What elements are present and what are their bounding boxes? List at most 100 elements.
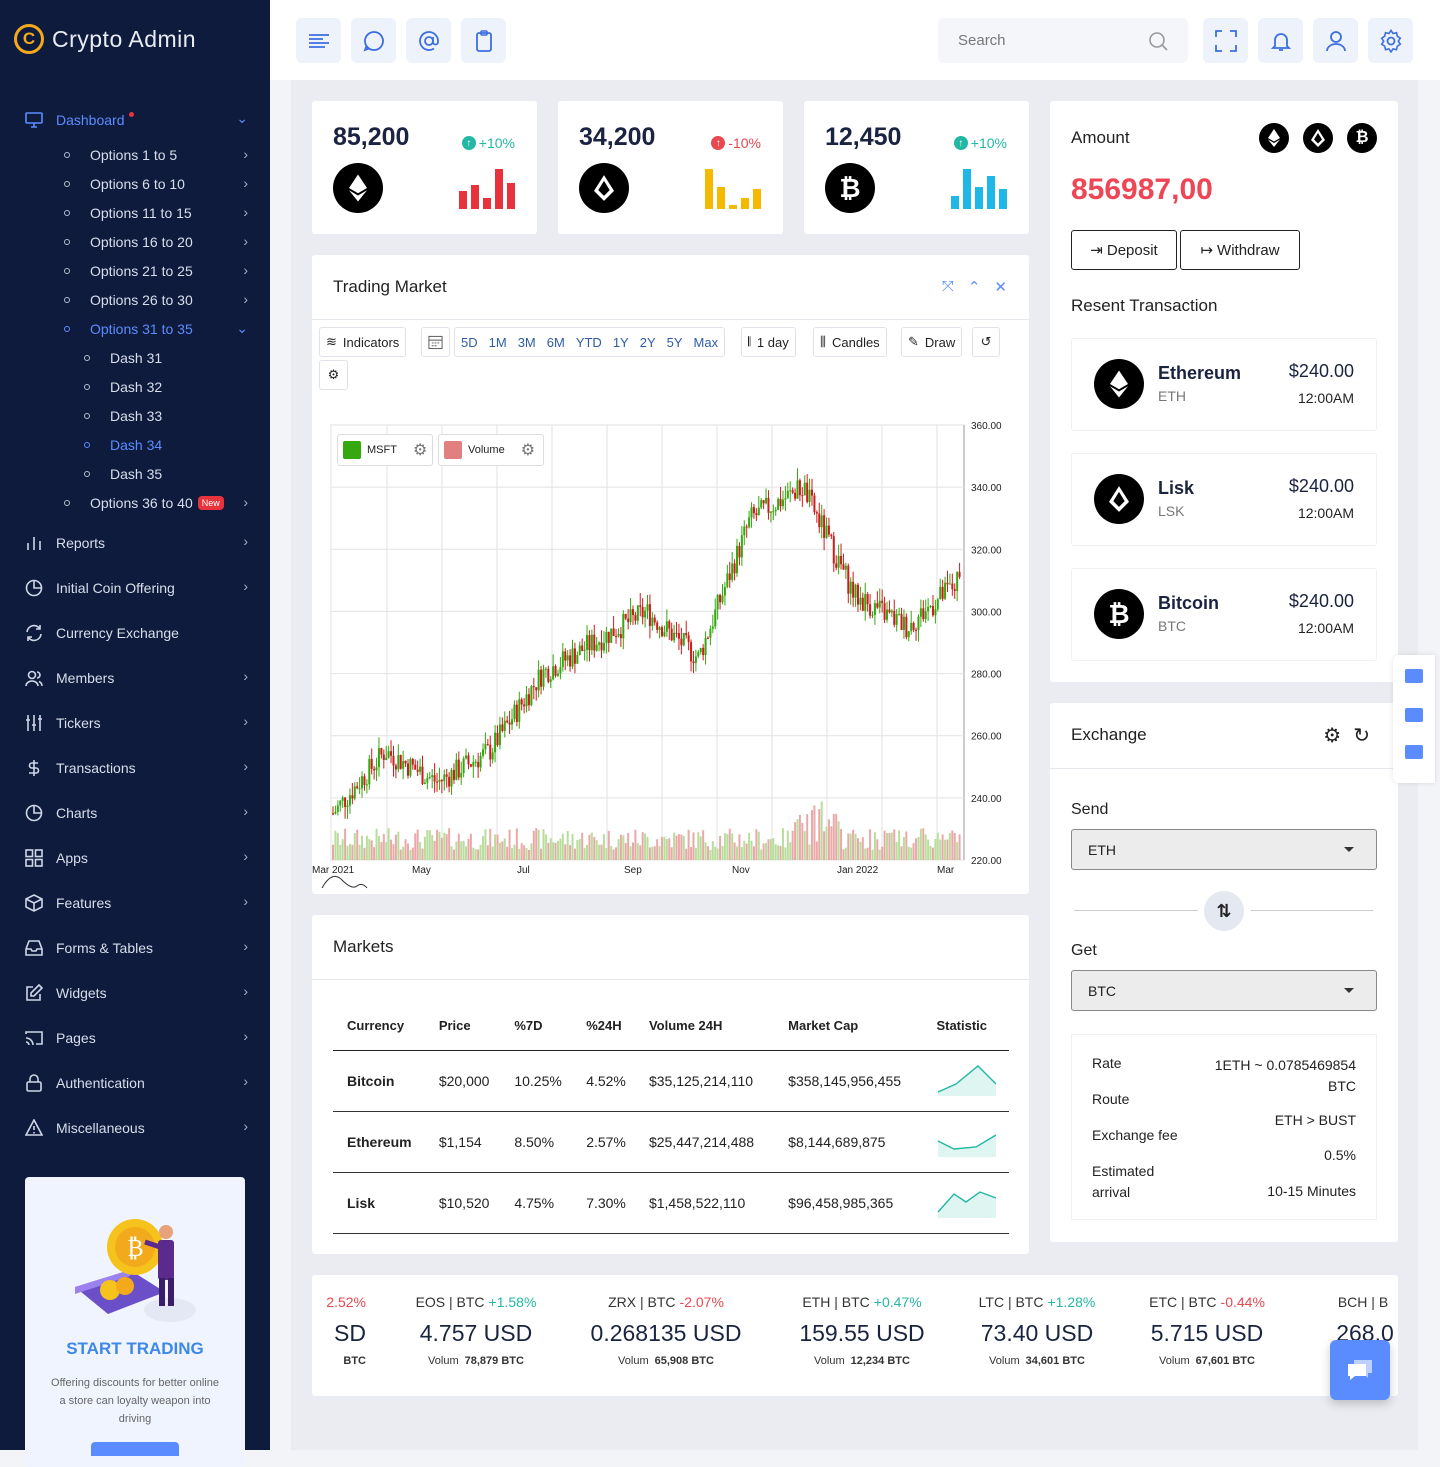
sidebar-item-widgets[interactable]: Widgets › (0, 978, 270, 1008)
sidebar-item-tickers[interactable]: Tickers › (0, 708, 270, 738)
column-header[interactable]: %24H (572, 1002, 635, 1051)
range-5y[interactable]: 5Y (667, 335, 683, 350)
sidebar-item-dash-31[interactable]: Dash 31 (0, 345, 270, 371)
transaction-item[interactable]: Ethereum ETH $240.00 12:00AM (1071, 338, 1377, 431)
gear-icon[interactable]: ⚙ (413, 440, 427, 460)
column-header[interactable]: Price (424, 1002, 501, 1051)
transaction-item[interactable]: ₿ Bitcoin BTC $240.00 12:00AM (1071, 568, 1377, 661)
column-header[interactable]: Statistic (922, 1002, 1009, 1051)
notifications-button[interactable] (1258, 18, 1303, 63)
ticker-item[interactable]: ETH | BTC +0.47% 159.55 USD Volum 12,234 BTC (762, 1294, 962, 1367)
brand[interactable]: C Crypto Admin (14, 24, 196, 54)
interval-button[interactable]: 𝄃 1 day (741, 327, 796, 357)
stat-card-lsk[interactable]: 34,200 ↑ -10% (558, 101, 783, 234)
table-row[interactable]: Ethereum $1,154 8.50% 2.57% $25,447,214,488 $… (333, 1111, 1009, 1173)
column-header[interactable]: Currency (333, 1002, 425, 1051)
chat-widget-button[interactable] (1330, 1340, 1390, 1400)
reset-button[interactable]: ↺ (972, 327, 1000, 357)
mention-button[interactable] (406, 18, 451, 63)
sidebar-item-transactions[interactable]: Transactions › (0, 753, 270, 783)
get-select[interactable]: BTC (1071, 970, 1377, 1011)
settings-button[interactable] (1368, 18, 1413, 63)
clipboard-button[interactable] (461, 18, 506, 63)
sidebar-item-initial-coin-offering[interactable]: Initial Coin Offering › (0, 573, 270, 603)
range-6m[interactable]: 6M (547, 335, 565, 350)
sidebar-item-options-1[interactable]: Options 1 to 5 › (0, 142, 270, 168)
sidebar-item-forms-tables[interactable]: Forms & Tables › (0, 933, 270, 963)
chat-button[interactable] (351, 18, 396, 63)
sidebar-item-currency-exchange[interactable]: Currency Exchange (0, 618, 270, 648)
sidebar-item-dash-32[interactable]: Dash 32 (0, 374, 270, 400)
sidebar-item-miscellaneous[interactable]: Miscellaneous › (0, 1113, 270, 1143)
send-select[interactable]: ETH (1071, 829, 1377, 870)
search-input[interactable]: Search (958, 32, 1006, 49)
camera-icon[interactable] (1405, 669, 1423, 683)
range-3m[interactable]: 3M (518, 335, 536, 350)
column-header[interactable]: %7D (500, 1002, 573, 1051)
sidebar-item-features[interactable]: Features › (0, 888, 270, 918)
image-icon[interactable] (1405, 708, 1423, 722)
sidebar-item-dash-34[interactable]: Dash 34 (0, 432, 270, 458)
calendar-button[interactable] (421, 327, 450, 357)
sidebar-item-dashboard[interactable]: Dashboard ⌄ (0, 105, 270, 135)
fullscreen-button[interactable] (1203, 18, 1248, 63)
range-1y[interactable]: 1Y (613, 335, 629, 350)
chart-style-button[interactable]: ⫼ Candles (813, 327, 887, 357)
range-ytd[interactable]: YTD (576, 335, 602, 350)
sidebar-item-reports[interactable]: Reports › (0, 528, 270, 558)
collapse-icon[interactable]: ⌃ (968, 278, 981, 296)
table-row[interactable]: Lisk $10,520 4.75% 7.30% $1,458,522,110 $96,4… (333, 1172, 1009, 1234)
sidebar-item-apps[interactable]: Apps › (0, 843, 270, 873)
column-header[interactable]: Volume 24H (634, 1002, 775, 1051)
sidebar-item-options-3[interactable]: Options 11 to 15 › (0, 200, 270, 226)
indicators-button[interactable]: ≋ Indicators (319, 327, 407, 357)
search-bar[interactable]: Search (938, 18, 1188, 63)
refresh-icon[interactable]: ↻ (1353, 723, 1370, 748)
menu-toggle-button[interactable] (296, 18, 341, 63)
range-5d[interactable]: 5D (461, 335, 478, 350)
sidebar-item-options-7[interactable]: Options 31 to 35 ⌄ (0, 316, 270, 342)
bitcoin-icon[interactable]: ₿ (1347, 123, 1377, 153)
search-icon[interactable] (1148, 31, 1168, 51)
lisk-icon[interactable] (1303, 123, 1333, 153)
legend-volume[interactable]: Volume ⚙ (438, 434, 544, 466)
deposit-button[interactable]: ⇥ Deposit (1071, 230, 1177, 270)
range-2y[interactable]: 2Y (640, 335, 656, 350)
chart-settings-button[interactable]: ⚙ (319, 360, 348, 390)
range-selector[interactable]: 5D 1M 3M 6M YTD 1Y 2Y 5Y Max (454, 327, 726, 357)
price-chart[interactable]: 360.00 340.00 320.00 300.00 280.00 260.00 240.… (312, 400, 1029, 894)
sidebar-item-options-5[interactable]: Options 21 to 25 › (0, 258, 270, 284)
sidebar-item-dash-35[interactable]: Dash 35 (0, 461, 270, 487)
promo-button[interactable] (91, 1442, 179, 1456)
stat-card-eth[interactable]: 85,200 ↑ +10% (312, 101, 537, 234)
sidebar-item-dash-33[interactable]: Dash 33 (0, 403, 270, 429)
close-icon[interactable]: ✕ (994, 278, 1007, 296)
range-max[interactable]: Max (694, 335, 719, 350)
gear-icon[interactable]: ⚙ (1323, 723, 1341, 748)
chat-icon[interactable] (1405, 745, 1423, 759)
transaction-item[interactable]: Lisk LSK $240.00 12:00AM (1071, 453, 1377, 546)
profile-button[interactable] (1313, 18, 1358, 63)
range-1m[interactable]: 1M (489, 335, 507, 350)
swap-button[interactable]: ⇅ (1204, 891, 1244, 931)
ticker-item[interactable]: 2.52% SD BTC (312, 1294, 366, 1367)
sidebar-item-members[interactable]: Members › (0, 663, 270, 693)
draw-button[interactable]: ✎ Draw (901, 327, 963, 357)
sidebar-item-options-2[interactable]: Options 6 to 10 › (0, 171, 270, 197)
sidebar-item-options-4[interactable]: Options 16 to 20 › (0, 229, 270, 255)
gear-icon[interactable]: ⚙ (521, 440, 535, 460)
legend-msft[interactable]: MSFT ⚙ (337, 434, 433, 466)
withdraw-button[interactable]: ↦ Withdraw (1180, 230, 1300, 270)
column-header[interactable]: Market Cap (774, 1002, 923, 1051)
ethereum-icon[interactable] (1259, 123, 1289, 153)
sidebar-item-charts[interactable]: Charts › (0, 798, 270, 828)
table-row[interactable]: Bitcoin $20,000 10.25% 4.52% $35,125,214,110… (333, 1050, 1009, 1112)
expand-icon[interactable]: ⤧ (942, 278, 954, 296)
sidebar-item-pages[interactable]: Pages › (0, 1023, 270, 1053)
sidebar-item-options-6[interactable]: Options 26 to 30 › (0, 287, 270, 313)
sidebar-item-options-36-40[interactable]: Options 36 to 40 New › (0, 490, 270, 516)
stat-card-btc[interactable]: 12,450 ↑ +10% ₿ (804, 101, 1029, 234)
sidebar-item-authentication[interactable]: Authentication › (0, 1068, 270, 1098)
ticker-item[interactable]: ZRX | BTC -2.07% 0.268135 USD Volum 65,908 B… (566, 1294, 766, 1367)
ticker-item[interactable]: EOS | BTC +1.58% 4.757 USD Volum 78,879 BTC (376, 1294, 576, 1367)
